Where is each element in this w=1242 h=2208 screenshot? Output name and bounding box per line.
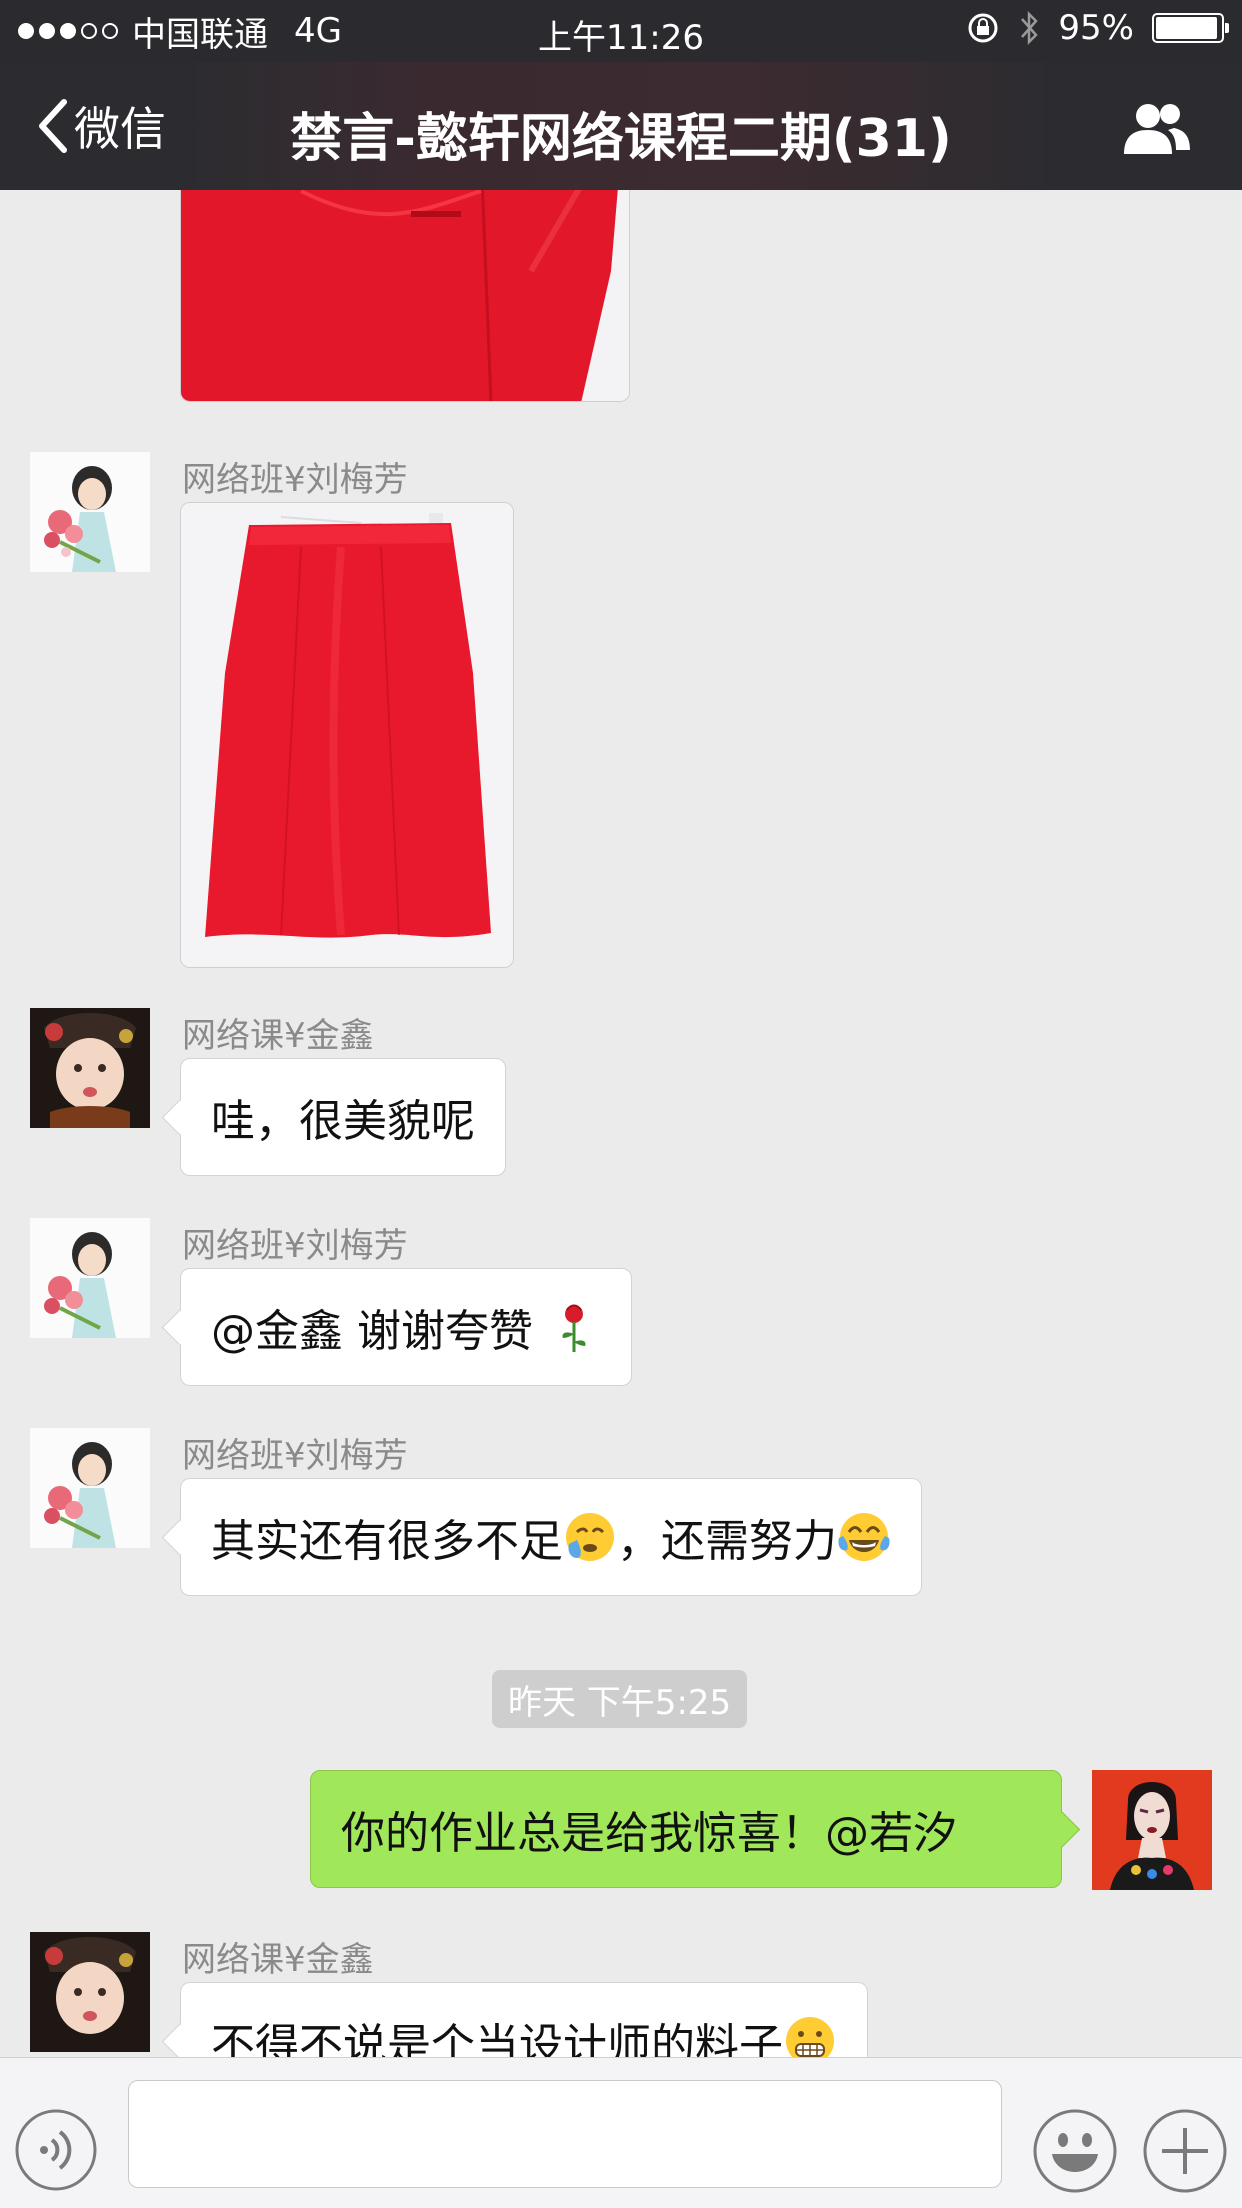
avatar[interactable] bbox=[30, 1218, 150, 1338]
chevron-left-icon bbox=[39, 99, 67, 153]
message-text: 其实还有很多不足 bbox=[211, 1516, 563, 1567]
image-message[interactable] bbox=[180, 502, 514, 968]
message-text: 你的作业总是给我惊喜！@若汐 bbox=[341, 1808, 957, 1859]
message-text: @金鑫 谢谢夸赞 bbox=[211, 1306, 533, 1357]
message-input[interactable] bbox=[128, 2080, 1002, 2188]
sender-name: 网络班¥刘梅芳 bbox=[182, 1436, 408, 1476]
plus-icon[interactable] bbox=[1142, 2108, 1228, 2194]
avatar[interactable] bbox=[30, 1932, 150, 2052]
message-text: 哇，很美貌呢 bbox=[211, 1096, 475, 1147]
tears-of-joy-emoji-icon bbox=[838, 1513, 890, 1561]
bluetooth-icon bbox=[1021, 10, 1039, 46]
chat-title: 禁言-懿轩网络课程二期(31) bbox=[290, 109, 952, 169]
avatar[interactable] bbox=[30, 1428, 150, 1548]
battery-icon bbox=[1152, 13, 1229, 43]
back-button[interactable]: 微信 bbox=[36, 92, 166, 160]
image-message-partial[interactable] bbox=[180, 190, 630, 402]
grimacing-emoji-icon bbox=[786, 2017, 834, 2057]
emoji-face-icon[interactable] bbox=[1032, 2108, 1118, 2194]
chat-screen: 中国联通 4G 上午11:26 95% 微信 禁言-懿轩网络课程二期(31) 网… bbox=[0, 0, 1242, 2208]
avatar-self[interactable] bbox=[1092, 1770, 1212, 1890]
sender-name: 网络班¥刘梅芳 bbox=[182, 460, 408, 500]
avatar[interactable] bbox=[30, 1008, 150, 1128]
avatar[interactable] bbox=[30, 452, 150, 572]
sender-name: 网络课¥金鑫 bbox=[182, 1016, 374, 1056]
baby-avatar-painting bbox=[30, 1008, 150, 1128]
sender-name: 网络课¥金鑫 bbox=[182, 1940, 374, 1980]
group-members-icon[interactable] bbox=[1122, 100, 1192, 156]
message-text: 不得不说是个当设计师的料子 bbox=[211, 2020, 783, 2057]
input-toolbar bbox=[0, 2057, 1242, 2208]
crying-emoji-icon bbox=[566, 1513, 614, 1561]
message-bubble[interactable]: 其实还有很多不足 ，还需努力 bbox=[180, 1478, 922, 1596]
red-skirt-photo bbox=[181, 503, 513, 967]
back-label: 微信 bbox=[74, 102, 166, 156]
voice-icon[interactable] bbox=[14, 2108, 98, 2192]
message-bubble-self[interactable]: 你的作业总是给我惊喜！@若汐 bbox=[310, 1770, 1062, 1888]
girl-avatar-illustration bbox=[30, 1218, 150, 1338]
message-text: ，还需努力 bbox=[617, 1516, 837, 1567]
rotation-lock-icon bbox=[968, 13, 998, 43]
timestamp-divider: 昨天 下午5:25 bbox=[492, 1670, 748, 1728]
battery-percent: 95% bbox=[1058, 8, 1134, 48]
girl-avatar-illustration bbox=[30, 1428, 150, 1548]
status-bar: 中国联通 4G 上午11:26 95% bbox=[0, 0, 1242, 62]
rose-emoji-icon bbox=[562, 1304, 586, 1352]
message-bubble[interactable]: 哇，很美貌呢 bbox=[180, 1058, 506, 1176]
message-list[interactable]: 网络班¥刘梅芳 网络课¥金鑫 哇，很美貌呢 网络班¥刘梅芳 @金鑫 谢谢夸赞 网… bbox=[0, 190, 1242, 2057]
red-skirt-photo bbox=[181, 190, 629, 401]
message-bubble[interactable]: @金鑫 谢谢夸赞 bbox=[180, 1268, 632, 1386]
message-bubble[interactable]: 不得不说是个当设计师的料子 bbox=[180, 1982, 868, 2057]
sender-name: 网络班¥刘梅芳 bbox=[182, 1226, 408, 1266]
navigation-bar: 微信 禁言-懿轩网络课程二期(31) bbox=[0, 62, 1242, 190]
fashion-portrait-avatar bbox=[1092, 1770, 1212, 1890]
baby-avatar-painting bbox=[30, 1932, 150, 2052]
girl-avatar-illustration bbox=[30, 452, 150, 572]
